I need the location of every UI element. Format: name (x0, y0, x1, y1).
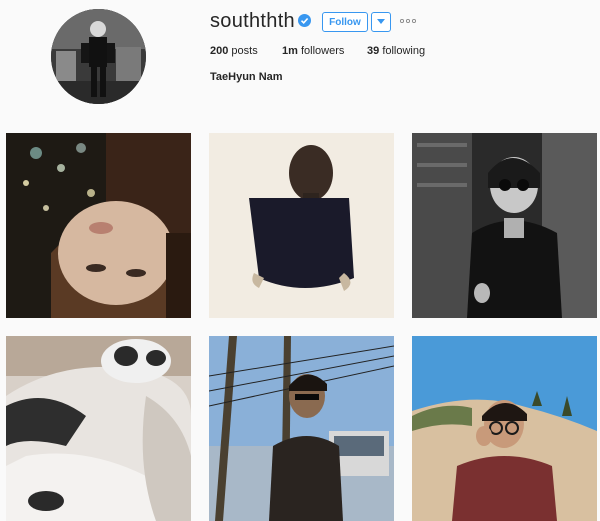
followers-stat[interactable]: 1m followers (282, 45, 344, 57)
posts-label: posts (231, 45, 258, 57)
more-options-button[interactable] (398, 13, 418, 29)
post-tile-2[interactable] (209, 133, 394, 318)
post-tile-1[interactable] (6, 133, 191, 318)
avatar-photo (51, 9, 146, 104)
post-tile-3[interactable] (412, 133, 597, 318)
profile-header: souththth Follow 200 posts 1m followers … (0, 0, 600, 120)
posts-stat: 200 posts (210, 45, 258, 57)
post-image (209, 133, 394, 318)
post-tile-6[interactable] (412, 336, 597, 521)
posts-count: 200 (210, 45, 229, 57)
followers-count: 1m (282, 45, 298, 57)
verified-badge-icon (298, 14, 311, 27)
followers-label: followers (300, 45, 345, 57)
caret-down-icon (377, 19, 385, 24)
profile-full-name: TaeHyun Nam (210, 71, 283, 83)
follow-options-button[interactable] (371, 12, 391, 32)
follow-button[interactable]: Follow (322, 12, 368, 32)
post-image (412, 133, 597, 318)
following-stat[interactable]: 39 following (367, 45, 425, 57)
post-image (412, 336, 597, 521)
more-options-icon (399, 18, 417, 24)
post-image (209, 336, 394, 521)
following-label: following (382, 45, 426, 57)
profile-username: souththth (210, 10, 295, 32)
post-image (6, 336, 191, 521)
following-count: 39 (367, 45, 380, 57)
post-image (6, 133, 191, 318)
post-tile-4[interactable] (6, 336, 191, 521)
profile-avatar[interactable] (51, 9, 146, 104)
post-tile-5[interactable] (209, 336, 394, 521)
